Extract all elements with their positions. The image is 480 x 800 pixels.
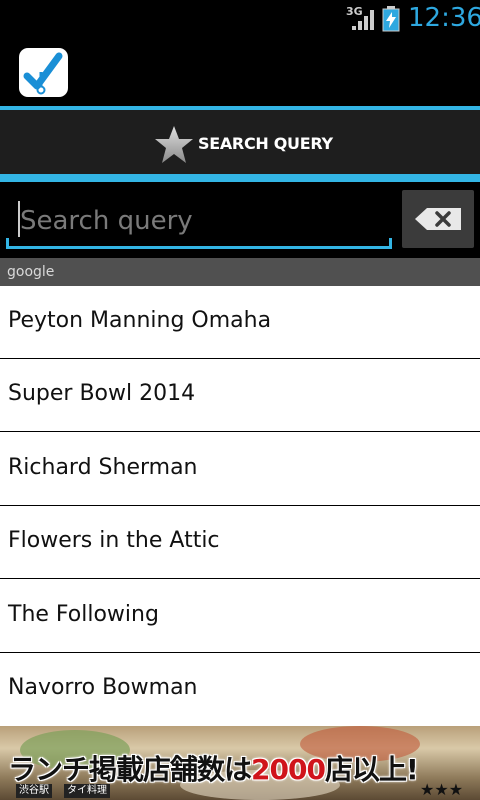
search-input[interactable]	[6, 198, 392, 244]
search-field[interactable]	[6, 198, 392, 250]
battery-charging-icon	[382, 6, 400, 32]
list-item[interactable]: Peyton Manning Omaha	[0, 286, 480, 359]
signal-strength-icon	[352, 10, 374, 30]
list-item-label: Flowers in the Attic	[8, 528, 220, 553]
clock: 12:36	[408, 3, 480, 33]
text-cursor	[18, 201, 20, 237]
search-underline	[6, 246, 392, 249]
backspace-clear-icon	[415, 208, 461, 230]
search-row	[0, 182, 480, 258]
search-underline-left-tick	[6, 238, 9, 249]
tab-label: SEARCH QUERY	[198, 134, 333, 153]
list-item[interactable]: Flowers in the Attic	[0, 506, 480, 579]
clear-search-button[interactable]	[402, 190, 474, 248]
list-item-label: Navorro Bowman	[8, 675, 198, 700]
list-item-label: Peyton Manning Omaha	[8, 308, 272, 333]
list-item-label: The Following	[8, 602, 159, 627]
app-screen: 3G 12:36 SEARCH QUERY Search query googl…	[0, 0, 480, 800]
tab-search-query[interactable]: SEARCH QUERY	[0, 110, 480, 174]
search-underline-right-tick	[389, 238, 392, 249]
list-item-label: Super Bowl 2014	[8, 381, 196, 406]
tab-indicator	[0, 174, 480, 182]
ad-rating-stars: ★★★	[420, 780, 464, 799]
ad-station-label: 渋谷駅	[16, 784, 52, 798]
suggestion-list: Peyton Manning Omaha Super Bowl 2014 Ric…	[0, 286, 480, 726]
list-item[interactable]: Richard Sherman	[0, 433, 480, 506]
list-item[interactable]: The Following	[0, 580, 480, 653]
status-bar: 3G 12:36	[0, 0, 480, 38]
list-item-label: Richard Sherman	[8, 455, 198, 480]
app-logo-icon[interactable]	[19, 48, 68, 97]
ad-cuisine-label: タイ料理	[64, 784, 110, 798]
suggestion-source-label: google	[7, 264, 55, 280]
list-item[interactable]: Navorro Bowman	[0, 653, 480, 726]
action-bar	[0, 38, 480, 106]
suggestion-source-header: google	[0, 258, 480, 286]
ad-headline: ランチ掲載店舗数は2000店以上!	[8, 753, 419, 786]
star-icon	[155, 126, 193, 163]
list-item[interactable]: Super Bowl 2014	[0, 359, 480, 432]
